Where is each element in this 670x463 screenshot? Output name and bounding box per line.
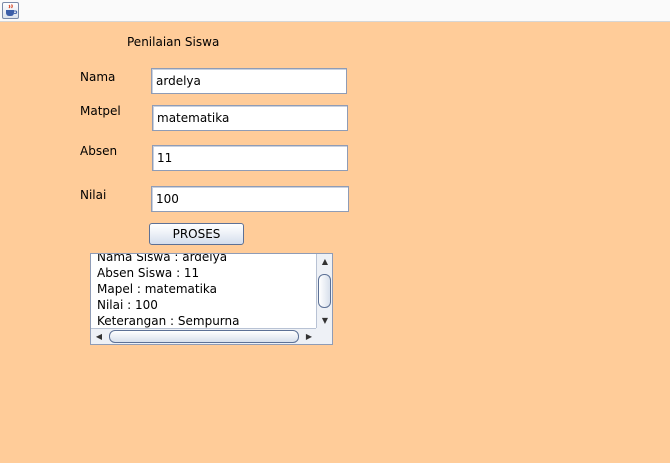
- arrow-up-icon[interactable]: ▲: [317, 254, 332, 270]
- scroll-corner: [316, 328, 332, 344]
- proses-button[interactable]: PROSES: [149, 223, 244, 245]
- absen-field[interactable]: [152, 145, 348, 171]
- arrow-left-icon[interactable]: ◀: [91, 329, 107, 344]
- nama-field[interactable]: [151, 68, 347, 94]
- vertical-scroll-thumb[interactable]: [318, 274, 331, 308]
- nama-label: Nama: [80, 70, 116, 84]
- form-panel: Penilaian Siswa Nama Matpel Absen Nilai …: [0, 23, 670, 463]
- output-textarea[interactable]: Nama Siswa : ardelya Absen Siswa : 11 Ma…: [91, 254, 317, 329]
- horizontal-scrollbar[interactable]: ◀ ▶: [91, 328, 317, 344]
- vertical-scrollbar[interactable]: ▲ ▼: [316, 254, 332, 329]
- horizontal-scroll-thumb[interactable]: [109, 330, 299, 343]
- output-scroll-pane: Nama Siswa : ardelya Absen Siswa : 11 Ma…: [90, 253, 333, 345]
- matpel-field[interactable]: [152, 105, 348, 131]
- output-line: Nilai : 100: [97, 298, 158, 312]
- output-line: Nama Siswa : ardelya: [97, 254, 228, 264]
- output-line: Keterangan : Sempurna: [97, 314, 240, 328]
- title-bar: [0, 0, 670, 22]
- absen-label: Absen: [80, 144, 118, 158]
- arrow-right-icon[interactable]: ▶: [301, 329, 317, 344]
- java-coffee-icon[interactable]: [2, 2, 19, 19]
- output-line: Mapel : matematika: [97, 282, 218, 296]
- arrow-down-icon[interactable]: ▼: [317, 313, 332, 329]
- form-title: Penilaian Siswa: [127, 35, 220, 49]
- nilai-label: Nilai: [80, 188, 107, 202]
- output-line: Absen Siswa : 11: [97, 266, 200, 280]
- matpel-label: Matpel: [80, 104, 121, 118]
- nilai-field[interactable]: [151, 186, 349, 212]
